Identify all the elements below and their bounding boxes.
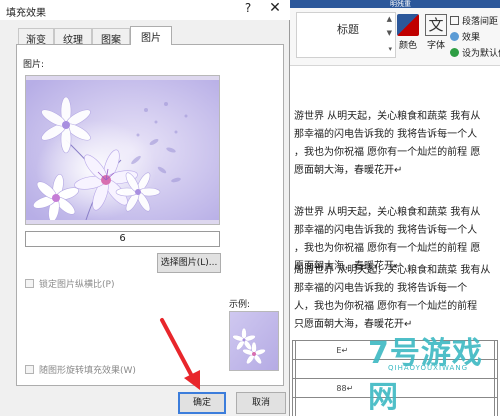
check-icon	[450, 48, 459, 57]
colors-button[interactable]: 颜色	[394, 14, 422, 51]
fonts-label: 字体	[426, 41, 445, 51]
doc-line: 人，我也为你祝福 愿你有一个灿烂的前程	[294, 301, 478, 312]
flower-image	[26, 80, 219, 220]
example-flower-image	[230, 312, 278, 370]
close-icon[interactable]: ✕	[266, 0, 284, 16]
ribbon: 明残重 标题 ▲ ▼ ▾ 颜色 文 字体 段落间距 效果 设为默认值	[290, 0, 500, 66]
doc-line: ，我也为你祝福 愿你有一个灿烂的前程 愿	[294, 243, 481, 254]
checkbox-box[interactable]	[25, 365, 34, 374]
lock-aspect-checkbox[interactable]: 锁定图片纵横比(P)	[25, 277, 114, 290]
tab-gradient[interactable]: 渐变	[18, 28, 54, 46]
scroll-down-icon[interactable]: ▼	[387, 29, 392, 37]
doc-line: 那幸福的闪电告诉我的 我将告诉每一个人	[294, 225, 478, 236]
cancel-button[interactable]: 取消	[236, 392, 286, 414]
doc-line: 那幸福的闪电告诉我的 我将告诉每一个人	[294, 129, 478, 140]
help-icon[interactable]: ?	[240, 1, 256, 15]
doc-line: 周游世界 从明天起，关心粮食和蔬菜 我有从	[294, 265, 491, 276]
tab-picture[interactable]: 图片	[130, 26, 172, 45]
picture-name-field[interactable]: 6	[25, 231, 220, 247]
doc-line: 游世界 从明天起，关心粮食和蔬菜 我有从	[294, 111, 481, 122]
fill-effects-dialog: 填充效果 ? ✕ 渐变 纹理 图案 图片 图片: 6 选择图片(L)... 锁定…	[0, 0, 290, 416]
tab-pattern[interactable]: 图案	[92, 28, 130, 46]
doc-line: 愿面朝大海，春暖花开↵	[294, 165, 403, 176]
word-titlebar: 明残重	[290, 0, 500, 8]
rotate-with-shape-checkbox[interactable]: 随图形旋转填充效果(W)	[25, 363, 136, 376]
picture-label: 图片:	[23, 60, 45, 70]
ok-button[interactable]: 确定	[178, 392, 226, 414]
checkbox-box[interactable]	[25, 279, 34, 288]
styles-gallery[interactable]: 标题 ▲ ▼ ▾	[296, 12, 396, 58]
scroll-up-icon[interactable]: ▲	[387, 15, 392, 23]
paragraph-spacing-button[interactable]: 段落间距	[450, 14, 498, 27]
doc-line: ，我也为你祝福 愿你有一个灿烂的前程 愿	[294, 147, 481, 158]
select-picture-button[interactable]: 选择图片(L)...	[157, 253, 221, 273]
tab-texture[interactable]: 纹理	[54, 28, 92, 46]
rotate-with-shape-label: 随图形旋转填充效果(W)	[39, 366, 136, 376]
colors-icon	[397, 14, 419, 36]
dialog-title: 填充效果	[6, 8, 46, 19]
document-page[interactable]: 游世界 从明天起，关心粮食和蔬菜 我有从 那幸福的闪电告诉我的 我将告诉每一个人…	[290, 66, 500, 416]
font-icon: 文	[425, 14, 447, 36]
doc-line: 那幸福的闪电告诉我的 我将告诉每一个	[294, 283, 468, 294]
watermark-subtext: QIHAOYOUXIWANG	[388, 364, 469, 372]
fonts-button[interactable]: 文 字体	[422, 14, 450, 51]
effects-icon	[450, 32, 459, 41]
effects-button[interactable]: 效果	[450, 30, 480, 43]
colors-label: 颜色	[398, 41, 417, 51]
example-preview	[229, 311, 279, 371]
set-default-button[interactable]: 设为默认值	[450, 46, 500, 59]
example-label: 示例:	[229, 300, 251, 310]
lock-aspect-label: 锁定图片纵横比(P)	[39, 280, 115, 290]
paragraph-spacing-icon	[450, 16, 459, 25]
red-arrow-annotation	[160, 318, 200, 390]
word-document-window: 明残重 标题 ▲ ▼ ▾ 颜色 文 字体 段落间距 效果 设为默认值 游世界 从…	[290, 0, 500, 416]
doc-line: 游世界 从明天起，关心粮食和蔬菜 我有从	[294, 207, 481, 218]
tab-strip: 渐变 纹理 图案 图片	[16, 26, 276, 46]
dialog-titlebar[interactable]: 填充效果 ? ✕	[0, 0, 290, 20]
watermark-logo: 7号游戏网	[368, 336, 483, 415]
more-icon[interactable]: ▾	[388, 45, 392, 53]
style-heading-item[interactable]: 标题	[337, 21, 359, 37]
picture-preview	[25, 75, 220, 225]
word-title-text: 明残重	[390, 0, 411, 8]
